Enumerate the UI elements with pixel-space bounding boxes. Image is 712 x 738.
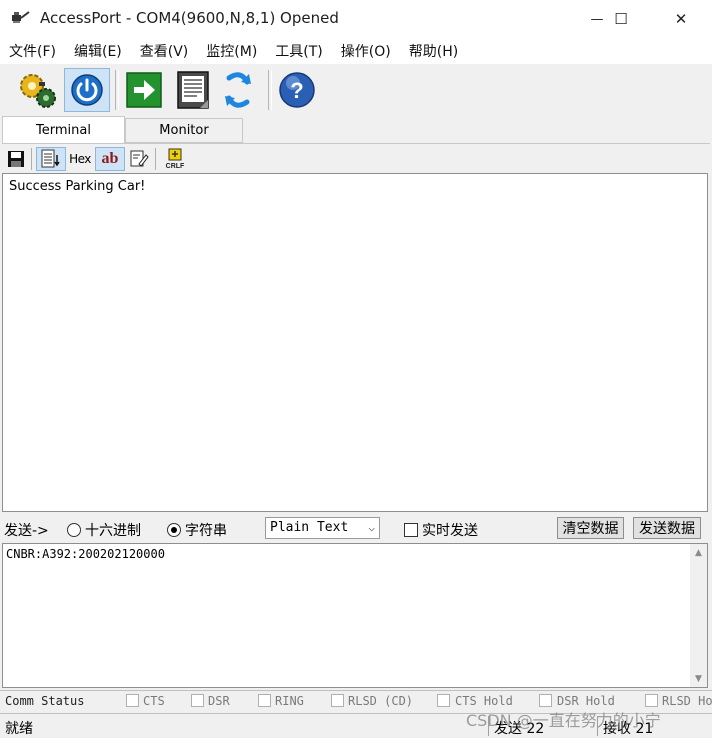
document-icon xyxy=(177,71,209,109)
radio-string-label: 字符串 xyxy=(185,523,227,539)
crlf-icon: CRLF xyxy=(166,148,185,170)
status-ready: 就绪 xyxy=(5,721,33,737)
radio-hex-label: 十六进制 xyxy=(85,523,141,539)
window-title: AccessPort - COM4(9600,N,8,1) Opened xyxy=(40,9,339,27)
serial-port-app-icon xyxy=(12,11,30,23)
radio-hex-circle xyxy=(67,523,81,537)
edit-page-icon xyxy=(130,150,149,167)
menu-help[interactable]: 帮助(H) xyxy=(400,41,467,61)
send-data-button[interactable]: 发送数据 xyxy=(633,517,701,539)
clear-data-button[interactable]: 清空数据 xyxy=(557,517,624,539)
go-button[interactable] xyxy=(121,68,167,112)
send-input-value: CNBR:A392:200202120000 xyxy=(6,547,165,561)
list-scroll-icon xyxy=(41,149,60,168)
send-input[interactable]: CNBR:A392:200202120000 ▲ ▼ xyxy=(2,543,708,688)
receive-area[interactable]: Success Parking Car! xyxy=(2,173,708,512)
edit-clear-button[interactable] xyxy=(126,147,152,171)
save-icon xyxy=(8,151,24,167)
send-label: 发送-> xyxy=(4,523,49,539)
scroll-up-icon[interactable]: ▲ xyxy=(690,544,707,561)
rlsd-label: RLSD (CD) xyxy=(348,694,414,708)
dsr-hold-indicator xyxy=(539,694,552,707)
hex-label: Hex xyxy=(69,152,91,166)
main-toolbar: ? xyxy=(0,64,712,116)
radio-hex[interactable]: 十六进制 xyxy=(67,520,141,540)
toolbar-separator xyxy=(268,70,272,110)
title-bar: AccessPort - COM4(9600,N,8,1) Opened — ☐… xyxy=(0,0,712,38)
menu-operate[interactable]: 操作(O) xyxy=(332,41,400,61)
crlf-button[interactable]: CRLF xyxy=(161,147,189,171)
dsr-hold-label: DSR Hold xyxy=(557,694,615,708)
help-icon: ? xyxy=(279,72,315,108)
tool-separator xyxy=(155,148,156,170)
menu-monitor[interactable]: 监控(M) xyxy=(197,41,266,61)
send-bar: 发送-> 十六进制 字符串 Plain Text ⌵ 实时发送 清空数据 发送数… xyxy=(0,514,712,542)
clear-data-label: 清空数据 xyxy=(562,521,619,537)
menu-bar: 文件(F) 编辑(E) 查看(V) 监控(M) 工具(T) 操作(O) 帮助(H… xyxy=(0,38,712,64)
maximize-button[interactable]: ☐ xyxy=(598,0,644,38)
menu-edit[interactable]: 编辑(E) xyxy=(65,41,131,61)
power-icon xyxy=(71,74,103,106)
toolbar-separator xyxy=(115,70,119,110)
rlsd-hold-label: RLSD Ho xyxy=(662,694,712,708)
close-icon: ✕ xyxy=(674,10,688,28)
tab-monitor[interactable]: Monitor xyxy=(125,118,243,143)
ring-indicator xyxy=(258,694,271,707)
settings-button[interactable] xyxy=(14,68,60,112)
watermark: CSDN @一直在努力的小宁 xyxy=(466,711,661,730)
realtime-send-checkbox[interactable]: 实时发送 xyxy=(404,520,478,540)
text-display-button[interactable]: ab xyxy=(95,147,125,171)
cts-hold-label: CTS Hold xyxy=(455,694,513,708)
arrow-right-icon xyxy=(126,72,162,108)
tool-separator xyxy=(31,148,32,170)
format-select[interactable]: Plain Text ⌵ xyxy=(265,517,380,539)
cts-hold-indicator xyxy=(437,694,450,707)
close-button[interactable]: ✕ xyxy=(658,0,704,38)
rlsd-indicator xyxy=(331,694,344,707)
tab-terminal[interactable]: Terminal xyxy=(2,116,125,144)
cts-indicator xyxy=(126,694,139,707)
send-data-label: 发送数据 xyxy=(639,521,695,537)
comm-status-label: Comm Status xyxy=(5,694,85,708)
help-glyph: ? xyxy=(290,78,303,103)
hex-display-button[interactable]: Hex xyxy=(67,147,93,171)
scroll-down-icon[interactable]: ▼ xyxy=(690,670,707,687)
realtime-label: 实时发送 xyxy=(422,523,478,539)
ab-label: ab xyxy=(101,150,119,167)
rlsd-hold-indicator xyxy=(645,694,658,707)
crlf-label: CRLF xyxy=(166,163,185,170)
refresh-icon xyxy=(225,72,251,108)
ring-label: RING xyxy=(275,694,304,708)
tab-terminal-label: Terminal xyxy=(36,123,91,138)
save-button[interactable] xyxy=(5,147,27,171)
menu-view[interactable]: 查看(V) xyxy=(131,41,198,61)
realtime-checkbox-box xyxy=(404,523,418,537)
cts-label: CTS xyxy=(143,694,165,708)
tab-monitor-label: Monitor xyxy=(159,123,209,138)
radio-string-circle xyxy=(167,523,181,537)
send-scrollbar[interactable]: ▲ ▼ xyxy=(690,544,707,687)
help-button[interactable]: ? xyxy=(274,68,320,112)
terminal-toolbar: Hex ab CRLF xyxy=(2,143,710,173)
refresh-button[interactable] xyxy=(215,68,261,112)
dsr-label: DSR xyxy=(208,694,230,708)
document-button[interactable] xyxy=(170,68,216,112)
receive-text: Success Parking Car! xyxy=(9,179,146,194)
settings-gears-icon xyxy=(20,74,56,108)
menu-file[interactable]: 文件(F) xyxy=(0,41,65,61)
maximize-icon: ☐ xyxy=(614,10,628,28)
power-button[interactable] xyxy=(64,68,110,112)
chevron-down-icon: ⌵ xyxy=(368,521,375,534)
dsr-indicator xyxy=(191,694,204,707)
menu-tools[interactable]: 工具(T) xyxy=(266,41,331,61)
radio-string[interactable]: 字符串 xyxy=(167,520,227,540)
format-value: Plain Text xyxy=(270,520,349,535)
autoscroll-button[interactable] xyxy=(36,147,66,171)
